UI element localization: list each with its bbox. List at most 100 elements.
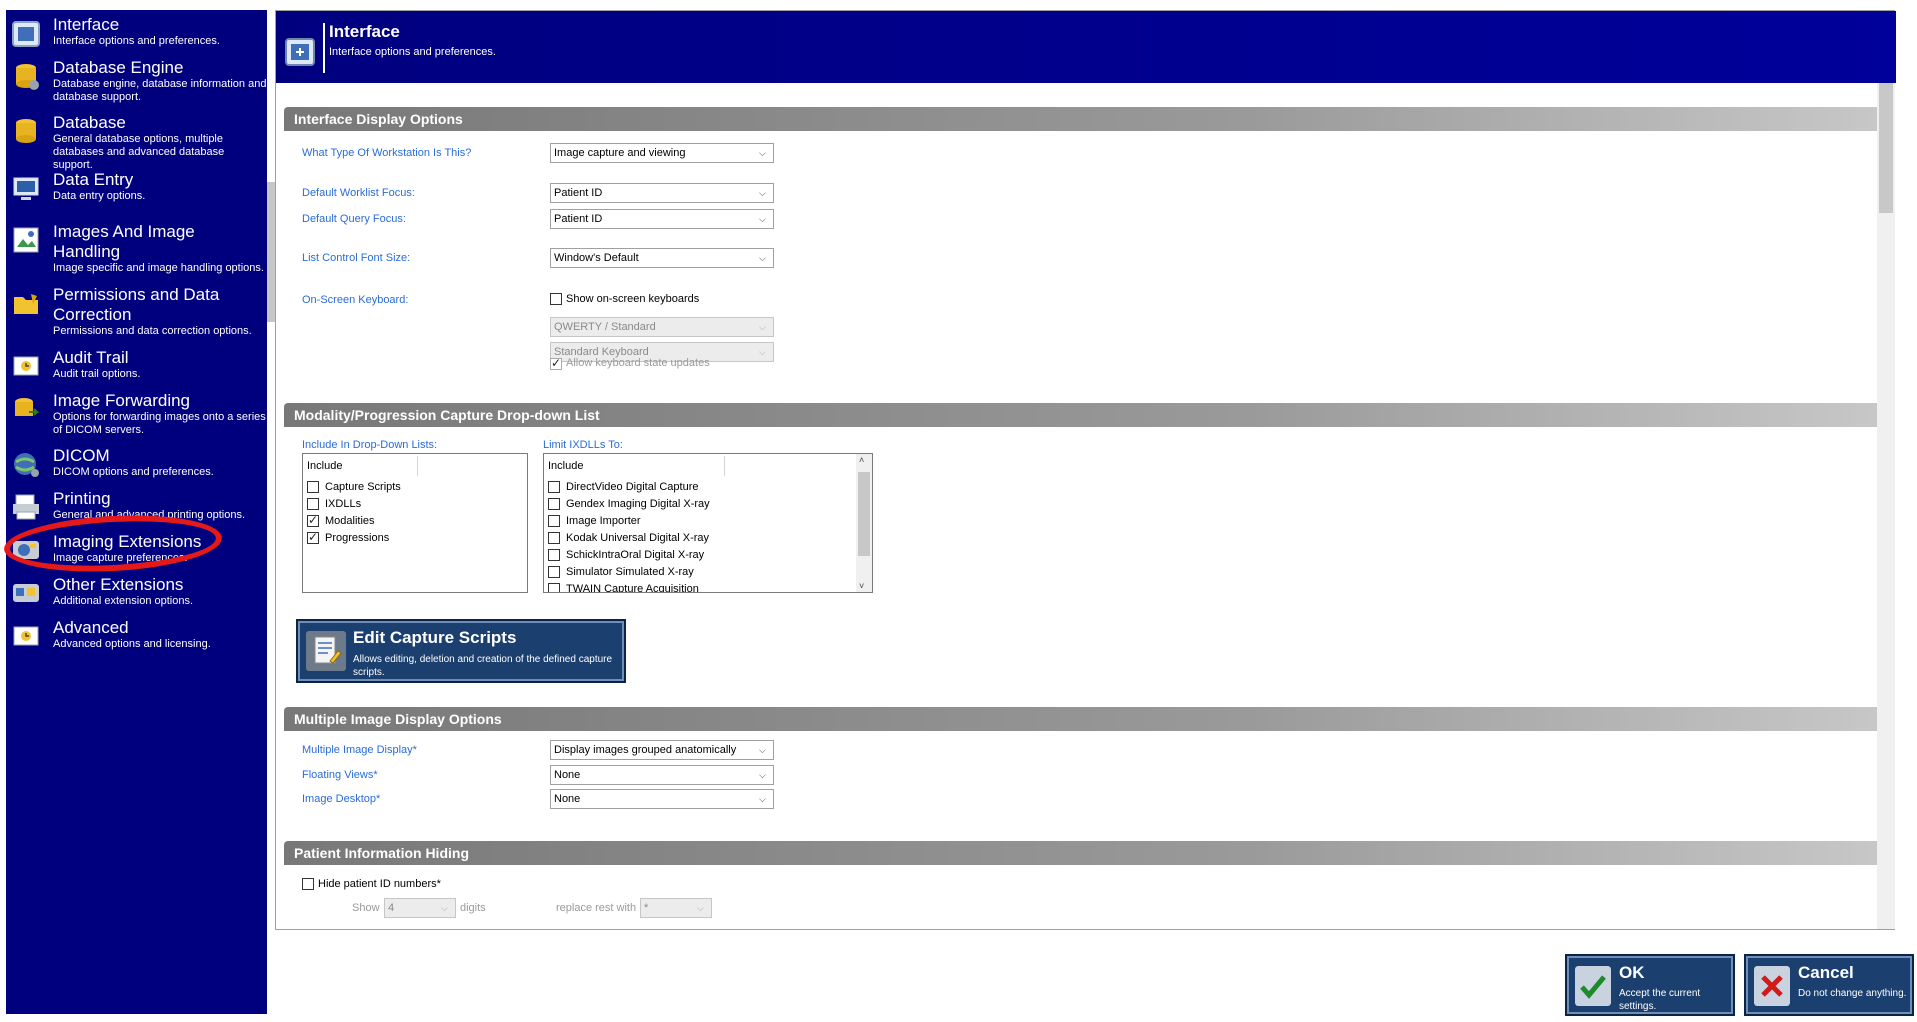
sidebar-item-audit-trail[interactable]: Audit Trail Audit trail options. [6,348,267,390]
list-item-label: TWAIN Capture Acquisition [566,583,699,593]
list-item[interactable]: Gendex Imaging Digital X-ray [548,498,848,512]
multi-image-display-select[interactable]: Display images grouped anatomically ⌵ [550,740,774,760]
column-separator [724,456,725,476]
list-item[interactable]: DirectVideo Digital Capture [548,481,848,495]
chevron-down-icon[interactable]: ˅ [859,581,864,591]
sidebar-item-title: Database [53,113,126,132]
sidebar-item-image-forwarding[interactable]: Image Forwarding Options for forwarding i… [6,391,267,436]
chevron-down-icon: ⌵ [759,770,766,780]
query-focus-value: Patient ID [554,213,603,225]
listbox-scroll-thumb[interactable] [858,472,870,556]
sidebar-item-database-engine[interactable]: Database Engine Database engine, database… [6,58,267,103]
page-title: Interface [329,22,400,41]
sidebar-item-imaging-extensions[interactable]: Imaging Extensions Image capture preferen… [6,532,267,574]
sidebar-item-other-extensions[interactable]: Other Extensions Additional extension opt… [6,575,267,617]
list-item[interactable]: Capture Scripts [307,481,527,495]
data-entry-icon [13,177,39,200]
list-item-checkbox[interactable] [307,530,319,544]
checkmark-icon [1575,966,1611,1006]
page-header: Interface Interface options and preferen… [276,11,1896,83]
list-item[interactable]: Image Importer [548,515,848,529]
sidebar-item-desc: Interface options and preferences. [53,35,220,47]
sidebar-item-advanced[interactable]: Advanced Advanced options and licensing. [6,618,267,660]
list-item-checkbox[interactable] [548,532,560,544]
list-item-checkbox[interactable] [307,513,319,527]
keyboard-layout-select[interactable]: QWERTY / Standard ⌵ [550,317,774,337]
floating-views-label: Floating Views* [302,769,378,781]
main-scrollbar[interactable] [1877,83,1895,929]
replace-char-select[interactable]: * ⌵ [640,898,712,918]
list-item[interactable]: Simulator Simulated X-ray [548,566,848,580]
cancel-button[interactable]: Cancel Do not change anything. [1744,954,1914,1016]
sidebar-item-title: Permissions and Data Correction [53,285,220,324]
sidebar-item-printing[interactable]: Printing General and advanced printing op… [6,489,267,531]
list-item-checkbox[interactable] [548,481,560,493]
worklist-focus-select[interactable]: Patient ID ⌵ [550,183,774,203]
include-list-header: Include [307,460,343,472]
list-item-checkbox[interactable] [548,566,560,578]
list-item-label: Capture Scripts [325,481,401,493]
close-icon [1754,966,1790,1006]
show-keyboard-label: Show on-screen keyboards [566,293,700,305]
listbox-scrollbar[interactable]: ˄ ˅ [856,454,872,592]
list-item[interactable]: TWAIN Capture Acquisition [548,583,848,593]
edit-capture-scripts-title: Edit Capture Scripts [353,628,517,647]
sidebar-item-desc: Additional extension options. [53,595,194,607]
workstation-type-select[interactable]: Image capture and viewing ⌵ [550,143,774,163]
digits-label: digits [460,902,486,914]
list-item-checkbox[interactable] [307,481,319,493]
list-item-checkbox[interactable] [548,549,560,561]
sidebar-item-title: Advanced [53,618,129,637]
images-icon [13,227,39,253]
floating-views-select[interactable]: None ⌵ [550,765,774,785]
list-item-label: Kodak Universal Digital X-ray [566,532,710,544]
other-extensions-icon [13,584,39,602]
sidebar-item-permissions-and-data-correction[interactable]: Permissions and Data Correction Permissio… [6,285,267,337]
imaging-extensions-icon [13,541,39,559]
sidebar-item-data-entry[interactable]: Data Entry Data entry options. [6,170,267,212]
chevron-down-icon: ⌵ [759,794,766,804]
sidebar-item-dicom[interactable]: DICOM DICOM options and preferences. [6,446,267,488]
edit-capture-scripts-button[interactable]: Edit Capture Scripts Allows editing, del… [296,619,626,683]
allow-updates-checkbox[interactable] [550,356,562,370]
image-desktop-select[interactable]: None ⌵ [550,789,774,809]
chevron-up-icon[interactable]: ˄ [859,455,864,465]
list-item-checkbox[interactable] [548,583,560,592]
show-keyboard-checkbox[interactable] [550,293,562,305]
sidebar-item-title: DICOM [53,446,110,465]
sidebar-item-database[interactable]: Database General database options, multip… [6,113,267,171]
list-item-label: DirectVideo Digital Capture [566,481,699,493]
list-item[interactable]: Progressions [307,530,527,546]
sidebar-item-title: Imaging Extensions [53,532,202,551]
main-panel: Interface Interface options and preferen… [275,10,1896,930]
sidebar-item-images-and-image-handling[interactable]: Images And Image Handling Image specific … [6,222,267,274]
allow-updates-label: Allow keyboard state updates [566,357,710,369]
list-item[interactable]: Kodak Universal Digital X-ray [548,532,848,546]
include-listbox[interactable]: Include Capture Scripts IXDLLs Modalities P… [302,453,528,593]
interface-icon [12,21,40,47]
database-engine-icon [16,64,39,90]
hide-patient-id-label: Hide patient ID numbers* [318,878,441,890]
page-subtitle: Interface options and preferences. [329,46,496,58]
list-item[interactable]: SchickIntraOral Digital X-ray [548,549,848,563]
main-scroll-thumb[interactable] [1879,83,1893,213]
replace-char-value: * [644,902,649,914]
limit-ixdlls-listbox[interactable]: Include DirectVideo Digital Capture Gende… [543,453,873,593]
sidebar-item-interface[interactable]: Interface Interface options and preferenc… [6,15,267,57]
list-item[interactable]: Modalities [307,513,527,529]
interface-icon [285,38,315,66]
list-item-checkbox[interactable] [548,498,560,510]
hide-patient-id-checkbox[interactable] [302,878,314,890]
sidebar-item-desc: Options for forwarding images onto a ser… [53,411,266,436]
font-size-select[interactable]: Window's Default ⌵ [550,248,774,268]
query-focus-select[interactable]: Patient ID ⌵ [550,209,774,229]
list-item-checkbox[interactable] [307,498,319,510]
chevron-down-icon: ⌵ [759,148,766,158]
list-item-checkbox[interactable] [548,515,560,527]
list-item[interactable]: IXDLLs [307,498,527,512]
edit-capture-scripts-desc: Allows editing, deletion and creation of… [353,654,613,678]
ok-button[interactable]: OK Accept the current settings. [1565,954,1735,1016]
chevron-down-icon: ⌵ [759,214,766,224]
sidebar-item-title: Data Entry [53,170,134,189]
digits-select[interactable]: 4 ⌵ [384,898,456,918]
